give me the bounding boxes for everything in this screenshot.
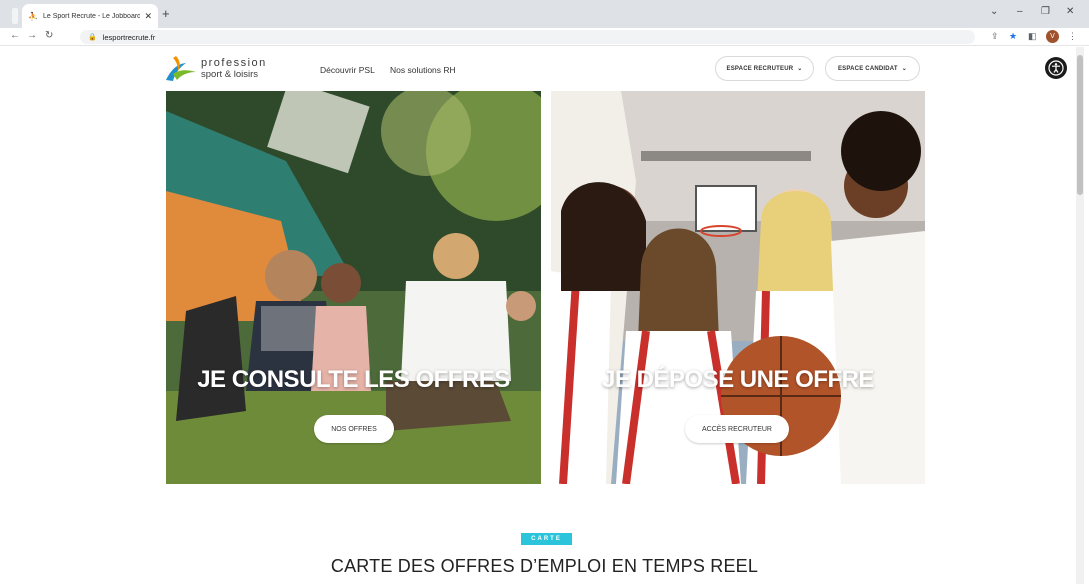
logo-swoosh-icon [166,56,196,81]
espace-recruteur-button[interactable]: ESPACE RECRUTEUR ⌄ [715,56,814,81]
scrollbar-thumb[interactable] [1077,55,1083,195]
site-favicon-icon: ⛹ [28,11,38,21]
back-icon[interactable]: ← [10,30,20,41]
nos-offres-button[interactable]: NOS OFFRES [314,415,394,443]
page-scrollbar[interactable] [1076,47,1084,584]
espace-recruteur-label: ESPACE RECRUTEUR [726,65,794,72]
forward-icon[interactable]: → [27,30,37,41]
chevron-down-icon: ⌄ [797,66,803,72]
accessibility-button[interactable] [1045,57,1067,79]
hero-left-title: JE CONSULTE LES OFFRES [197,366,510,393]
tab-edge [12,8,18,24]
hero-panel-offres[interactable]: JE CONSULTE LES OFFRES NOS OFFRES [166,91,541,484]
new-tab-icon[interactable]: + [162,6,170,21]
section-badge: CARTE [521,533,572,545]
url-text: lesportrecrute.fr [102,32,156,42]
browser-tab[interactable]: ⛹ Le Sport Recrute - Le Jobboard ✕ [22,4,158,28]
logo-text-line1: profession [201,57,267,69]
browser-tab-bar: ⛹ Le Sport Recrute - Le Jobboard ✕ + ⌄ –… [0,0,1089,28]
bookmark-star-icon[interactable]: ★ [1009,31,1017,42]
browser-toolbar: ← → ↻ 🔒 lesportrecrute.fr ⇪ ★ ◧ ⋮ [0,28,1089,46]
tab-title: Le Sport Recrute - Le Jobboard [43,12,141,20]
accessibility-icon [1048,60,1064,76]
logo-text-line2: sport & loisirs [201,69,259,80]
espace-candidat-button[interactable]: ESPACE CANDIDAT ⌄ [825,56,920,81]
share-icon[interactable]: ⇪ [991,31,999,42]
chevron-down-icon: ⌄ [901,66,907,72]
reload-icon[interactable]: ↻ [45,30,53,41]
close-tab-icon[interactable]: ✕ [144,11,152,22]
nav-decouvrir-psl[interactable]: Découvrir PSL [320,65,375,75]
restore-icon[interactable]: ❐ [1041,6,1050,17]
close-window-icon[interactable]: ✕ [1066,6,1074,17]
tab-search-icon[interactable]: ⌄ [990,6,998,17]
minimize-icon[interactable]: – [1017,6,1023,17]
side-panel-icon[interactable]: ◧ [1028,31,1037,42]
acces-recruteur-button[interactable]: ACCÈS RECRUTEUR [685,415,789,443]
espace-candidat-label: ESPACE CANDIDAT [837,65,898,72]
nav-solutions-rh[interactable]: Nos solutions RH [390,65,456,75]
site-logo[interactable]: profession sport & loisirs [164,54,274,84]
profile-avatar[interactable]: V [1046,30,1059,43]
hero-right-title: JE DÉPOSE UNE OFFRE [602,366,874,393]
hero-panel-recruteur[interactable]: JE DÉPOSE UNE OFFRE ACCÈS RECRUTEUR [551,91,925,484]
lock-icon: 🔒 [88,34,97,41]
section-title: CARTE DES OFFRES D’EMPLOI EN TEMPS REEL [330,556,759,576]
address-bar[interactable]: 🔒 lesportrecrute.fr [80,30,975,44]
menu-kebab-icon[interactable]: ⋮ [1068,31,1077,42]
